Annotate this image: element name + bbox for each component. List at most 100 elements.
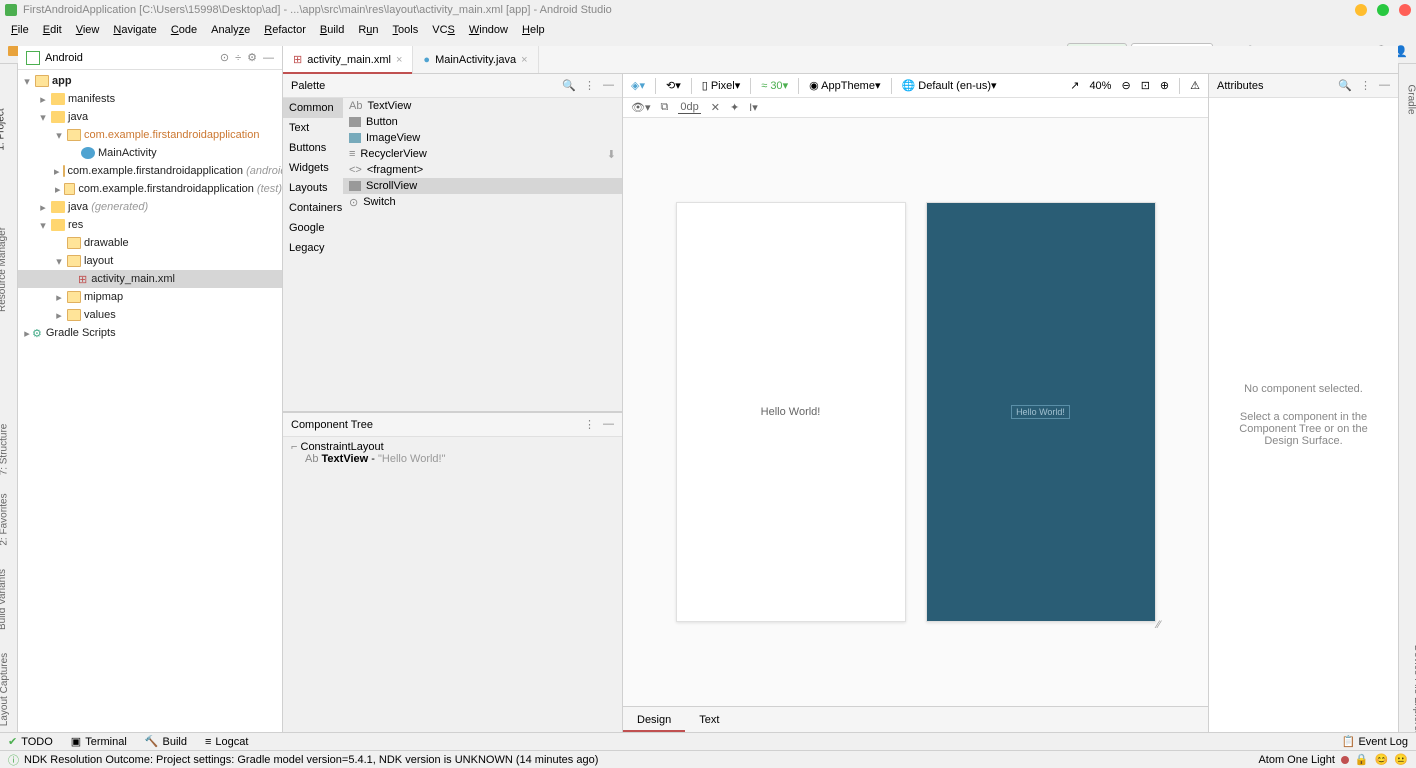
hide-icon[interactable]: — (263, 52, 274, 64)
status-logcat[interactable]: ≡Logcat (205, 736, 248, 748)
ct-root[interactable]: ⌐ ConstraintLayout (291, 441, 614, 453)
rail-favorites[interactable]: 2: Favorites (0, 493, 10, 545)
node-pkg1[interactable]: com.example.firstandroidapplication (84, 129, 259, 141)
rail-devfile[interactable]: Device File Explorer (1412, 645, 1416, 734)
node-pkg2[interactable]: com.example.firstandroidapplication (and… (68, 165, 282, 177)
status-terminal[interactable]: ▣Terminal (71, 735, 127, 748)
node-pkg3[interactable]: com.example.firstandroidapplication (tes… (78, 183, 282, 195)
lock-icon[interactable]: 🔒 (1355, 753, 1369, 766)
maximize-icon[interactable] (1377, 4, 1389, 16)
menu-help[interactable]: Help (515, 24, 552, 36)
zoom-fit-icon[interactable]: ⊡ (1141, 79, 1150, 92)
tab-activity-xml[interactable]: ⊞activity_main.xml× (283, 46, 413, 73)
locale-select[interactable]: 🌐 Default (en-us)▾ (902, 79, 997, 92)
menu-code[interactable]: Code (164, 24, 204, 36)
palcat-common[interactable]: Common (283, 98, 343, 118)
node-layout[interactable]: layout (84, 255, 113, 267)
device-preview[interactable]: Hello World! (676, 202, 906, 622)
margin-select[interactable]: 0dp (678, 101, 700, 114)
target-icon[interactable]: ⊙ (220, 51, 229, 64)
palitem-fragment[interactable]: <><fragment> (343, 162, 622, 178)
menu-refactor[interactable]: Refactor (257, 24, 313, 36)
palcat-widgets[interactable]: Widgets (283, 158, 343, 178)
pack-icon[interactable]: I▾ (749, 101, 758, 114)
device-blueprint[interactable]: Hello World! ⁄⁄ (926, 202, 1156, 622)
status-build[interactable]: 🔨Build (145, 735, 187, 748)
menu-navigate[interactable]: Navigate (106, 24, 163, 36)
surface-icon[interactable]: ◈▾ (631, 79, 645, 92)
theme-select[interactable]: ◉ AppTheme▾ (809, 79, 880, 92)
palcat-layouts[interactable]: Layouts (283, 178, 343, 198)
hide-icon[interactable]: — (603, 79, 614, 92)
zoom-out-icon[interactable]: ⊖ (1121, 79, 1130, 92)
magnet-icon[interactable]: ⧉ (661, 101, 669, 114)
download-icon[interactable]: ⬇ (607, 148, 616, 161)
eye-icon[interactable]: 👁▾ (631, 101, 651, 114)
menu-window[interactable]: Window (462, 24, 515, 36)
status-todo[interactable]: ✔TODO (8, 735, 53, 748)
node-drawable[interactable]: drawable (84, 237, 129, 249)
resize-icon[interactable]: ⁄⁄ (1157, 619, 1161, 631)
node-mainact[interactable]: MainActivity (98, 147, 157, 159)
ct-textview[interactable]: Ab TextView - "Hello World!" (291, 453, 614, 465)
face-icon[interactable]: 😊 (1375, 753, 1389, 766)
menu-analyze[interactable]: Analyze (204, 24, 257, 36)
api-select[interactable]: ≈ 30▾ (761, 79, 788, 92)
clear-icon[interactable]: ✕ (711, 101, 720, 114)
search-icon[interactable]: 🔍 (562, 79, 576, 92)
menu-vcs[interactable]: VCS (425, 24, 462, 36)
node-manifests[interactable]: manifests (68, 93, 115, 105)
zoom-in-icon[interactable]: ⊕ (1160, 79, 1169, 92)
menu-edit[interactable]: Edit (36, 24, 69, 36)
infer-icon[interactable]: ✦ (730, 101, 739, 114)
hide-icon[interactable]: — (1379, 79, 1390, 92)
tab-design[interactable]: Design (623, 707, 685, 732)
node-javagen[interactable]: java (generated) (68, 201, 148, 213)
warn-icon[interactable]: ⚠ (1190, 79, 1200, 92)
close-icon[interactable]: × (521, 54, 527, 66)
palitem-textview[interactable]: AbTextView (343, 98, 622, 114)
rail-buildvar[interactable]: Build Variants (0, 569, 8, 630)
menu-run[interactable]: Run (351, 24, 385, 36)
rail-gradle[interactable]: Gradle (1405, 84, 1416, 114)
node-java[interactable]: java (68, 111, 88, 123)
node-res[interactable]: res (68, 219, 83, 231)
palcat-text[interactable]: Text (283, 118, 343, 138)
gear-icon[interactable]: ⋮ (584, 418, 595, 431)
palitem-recyclerview[interactable]: ≡RecyclerView⬇ (343, 146, 622, 162)
minimize-icon[interactable] (1355, 4, 1367, 16)
hide-icon[interactable]: — (603, 418, 614, 431)
status-eventlog[interactable]: 📋 Event Log (1342, 735, 1408, 748)
palcat-containers[interactable]: Containers (283, 198, 343, 218)
node-gradle[interactable]: Gradle Scripts (46, 327, 116, 339)
tab-text[interactable]: Text (685, 707, 733, 732)
rail-layoutcap[interactable]: Layout Captures (0, 653, 10, 726)
orientation-icon[interactable]: ⟲▾ (666, 79, 681, 92)
gear-icon[interactable]: ⋮ (584, 79, 595, 92)
tab-mainactivity[interactable]: ●MainActivity.java× (413, 46, 538, 73)
search-icon[interactable]: 🔍 (1338, 79, 1352, 92)
gear-icon[interactable]: ⋮ (1360, 79, 1371, 92)
menu-build[interactable]: Build (313, 24, 351, 36)
palitem-imageview[interactable]: ImageView (343, 130, 622, 146)
menu-tools[interactable]: Tools (386, 24, 426, 36)
face-icon[interactable]: 😐 (1394, 753, 1408, 766)
menu-file[interactable]: File (4, 24, 36, 36)
close-icon[interactable] (1399, 4, 1411, 16)
rail-structure[interactable]: 7: Structure (0, 424, 9, 476)
palitem-button[interactable]: Button (343, 114, 622, 130)
node-mipmap[interactable]: mipmap (84, 291, 123, 303)
rail-project[interactable]: 1: Project (0, 108, 7, 150)
node-app[interactable]: app (52, 75, 72, 87)
device-icon[interactable]: ▯ Pixel▾ (702, 79, 740, 92)
palcat-legacy[interactable]: Legacy (283, 238, 343, 258)
rail-resmgr[interactable]: Resource Manager (0, 227, 8, 312)
menu-view[interactable]: View (69, 24, 107, 36)
node-values[interactable]: values (84, 309, 116, 321)
palcat-buttons[interactable]: Buttons (283, 138, 343, 158)
project-view[interactable]: Android (45, 52, 83, 64)
collapse-icon[interactable]: ÷ (235, 52, 241, 64)
palcat-google[interactable]: Google (283, 218, 343, 238)
palitem-scrollview[interactable]: ScrollView (343, 178, 622, 194)
theme-label[interactable]: Atom One Light (1258, 754, 1334, 766)
